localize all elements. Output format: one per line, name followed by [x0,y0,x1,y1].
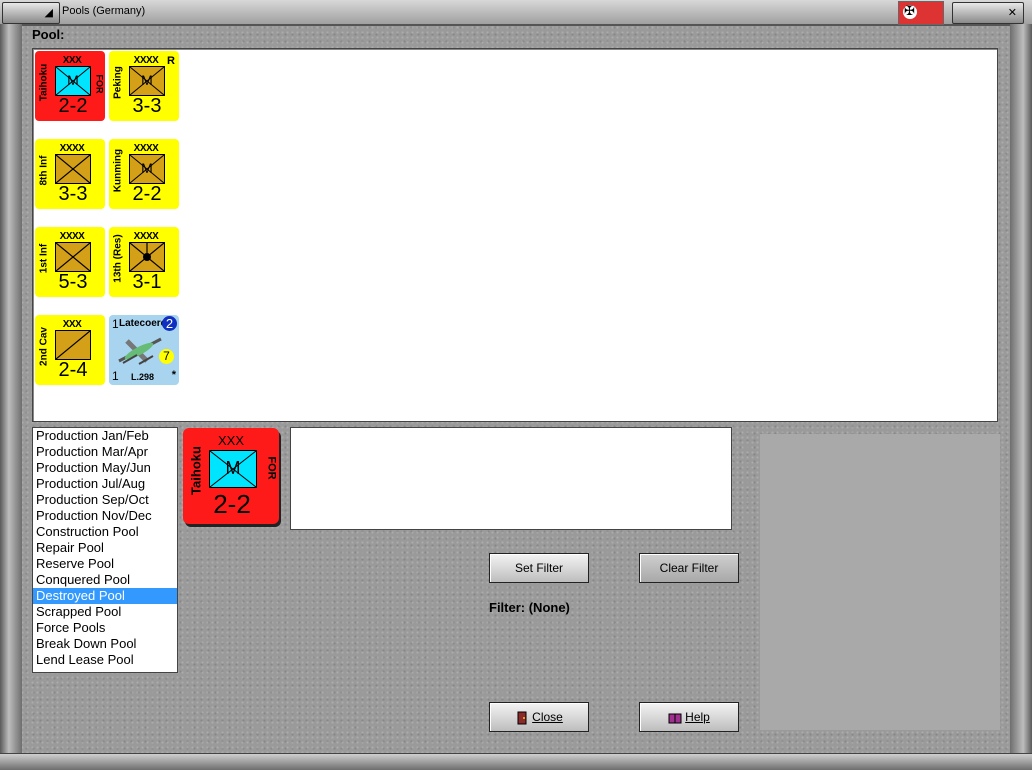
left-border [0,24,22,756]
unit-size: XXXX [59,231,85,242]
unit-counter-kunming[interactable]: XXXX Kunming M 2-2 [109,139,179,209]
unit-symbol: M [225,458,241,478]
aircraft-model: L.298 [131,372,155,382]
unit-name: Peking [112,66,124,99]
unit-size: XXXX [133,143,159,154]
unit-symbol: M [67,72,79,88]
badge-yellow: 7 [159,349,174,364]
window-title: Pools (Germany) [62,5,146,17]
pool-list-item[interactable]: Scrapped Pool [33,604,177,620]
preview-panel [760,434,1000,730]
unit-symbol-box: M [129,154,165,184]
unit-tag: R [167,55,175,67]
help-label: Help [685,710,710,724]
unit-symbol-box: M [55,66,91,96]
air-top-value: 1 [112,317,119,331]
unit-strength: 2-2 [132,183,162,205]
unit-name: 13th (Res) [112,234,124,283]
unit-tag: FOR [94,74,105,94]
aircraft-name: Latecoere [119,318,167,329]
pool-list-item[interactable]: Repair Pool [33,540,177,556]
selected-unit-counter: XXX Taihoku M FOR 2-2 [183,428,279,524]
help-button[interactable]: Help [639,702,739,732]
seaplane-icon [118,337,162,365]
unit-strength: 3-3 [132,95,162,117]
unit-size: XXX [62,319,82,330]
unit-tag: FOR [265,456,278,480]
unit-symbol: M [141,72,153,88]
close-icon: ✕ [1007,7,1017,19]
close-label: Close [532,710,563,724]
unit-strength: 2-2 [213,489,251,519]
pool-list-item[interactable]: Construction Pool [33,524,177,540]
unit-size: XXXX [133,55,159,66]
unit-size: XXXX [133,231,159,242]
unit-strength: 3-3 [58,183,88,205]
pool-list-item[interactable]: Force Pools [33,620,177,636]
pool-list-item[interactable]: Production Mar/Apr [33,444,177,460]
pool-list-item[interactable]: Production Jan/Feb [33,428,177,444]
unit-strength: 5-3 [58,271,88,293]
pool-list-item[interactable]: Production Nov/Dec [33,508,177,524]
filter-status: Filter: (None) [489,600,570,615]
unit-info-box [290,427,732,530]
pool-list-item[interactable]: Production Sep/Oct [33,492,177,508]
status-bar [0,753,1032,770]
unit-symbol: M [141,160,153,176]
help-book-icon [668,713,682,724]
minimize-icon: ◢ [44,7,53,19]
pool-list-item[interactable]: Production May/Jun [33,460,177,476]
unit-strength: 2-4 [58,359,88,381]
infantry-symbol-icon [55,242,91,272]
unit-name: Taihoku [188,446,204,495]
clear-filter-button[interactable]: Clear Filter [639,553,739,583]
pool-list-item[interactable]: Production Jul/Aug [33,476,177,492]
unit-counter-latecoere[interactable]: 1 Latecoere 2 7 1 L.298 * [109,315,179,385]
unit-name: 2nd Cav [38,327,50,366]
reserve-infantry-symbol-icon [129,242,165,272]
unit-counter-8th-inf[interactable]: XXXX 8th Inf 3-3 [35,139,105,209]
cavalry-symbol-icon [55,330,91,360]
unit-counter-1st-inf[interactable]: XXXX 1st Inf 5-3 [35,227,105,297]
pool-list-item[interactable]: Break Down Pool [33,636,177,652]
badge-blue: 2 [162,316,177,331]
pool-list-item[interactable]: Reserve Pool [33,556,177,572]
unit-name: 1st Inf [38,243,50,274]
aircraft-star: * [171,369,176,381]
pool-area[interactable]: XXX Taihoku M FOR 2-2 XXXX R Peking M 3-… [32,48,998,422]
unit-name: Kunming [112,148,124,193]
unit-name: 8th Inf [38,155,50,186]
unit-size: XXX [62,55,82,66]
title-bar[interactable]: ◢ Pools (Germany) ✕ [0,0,1032,26]
unit-strength: 3-1 [132,271,162,293]
unit-symbol-box: M [209,450,257,488]
minimize-button[interactable]: ◢ [2,2,60,24]
unit-size: XXXX [59,143,85,154]
infantry-symbol-icon [55,154,91,184]
unit-counter-taihoku[interactable]: XXX Taihoku M FOR 2-2 [35,51,105,121]
pool-list[interactable]: Production Jan/Feb Production Mar/Apr Prod… [32,427,178,673]
unit-counter-2nd-cav[interactable]: XXX 2nd Cav 2-4 [35,315,105,385]
pool-list-item[interactable]: Conquered Pool [33,572,177,588]
germany-flag-icon [898,1,944,25]
door-exit-icon [517,711,527,725]
air-bottom-value: 1 [112,369,119,383]
close-window-button[interactable]: ✕ [952,2,1024,24]
main-content: Pool: XXX Taihoku M FOR 2-2 XXXX R Pekin… [22,26,1010,754]
pool-label: Pool: [32,27,65,42]
unit-name: Taihoku [38,63,50,102]
set-filter-button[interactable]: Set Filter [489,553,589,583]
unit-strength: 2-2 [58,95,88,117]
right-border [1010,24,1032,756]
pool-list-item[interactable]: Lend Lease Pool [33,652,177,668]
unit-counter-13th-res[interactable]: XXXX 13th (Res) 3-1 [109,227,179,297]
pool-list-item[interactable]: Destroyed Pool [33,588,177,604]
close-button[interactable]: Close [489,702,589,732]
unit-size: XXX [217,433,244,448]
unit-symbol-box: M [129,66,165,96]
unit-counter-peking[interactable]: XXXX R Peking M 3-3 [109,51,179,121]
